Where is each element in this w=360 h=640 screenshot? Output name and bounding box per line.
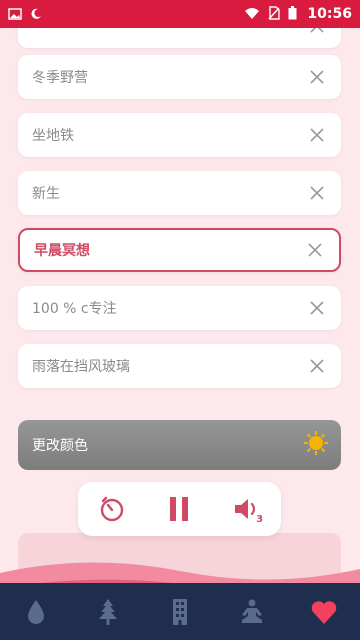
- sound-list-area[interactable]: 冬季野营 坐地铁 新生 早晨冥想 100 % c专注 雨落在挡风玻璃 更改颜色 …: [0, 28, 360, 583]
- change-color-label: 更改颜色: [32, 438, 88, 454]
- close-icon[interactable]: [307, 125, 327, 145]
- close-icon[interactable]: [305, 240, 325, 260]
- image-notification-icon: [8, 5, 22, 24]
- bottom-navigation: [0, 583, 360, 640]
- sound-card[interactable]: 100 % c专注: [18, 286, 341, 330]
- wifi-icon: [244, 5, 260, 24]
- sound-card[interactable]: 冬季野营: [18, 55, 341, 99]
- close-icon[interactable]: [307, 67, 327, 87]
- change-color-button[interactable]: 更改颜色: [18, 420, 341, 470]
- sound-label: 新生: [32, 186, 60, 202]
- sound-card[interactable]: 新生: [18, 171, 341, 215]
- drop-icon[interactable]: [16, 592, 56, 632]
- pause-button[interactable]: [161, 491, 197, 527]
- close-icon[interactable]: [307, 183, 327, 203]
- playback-controls: 3: [78, 482, 281, 536]
- sound-label: 坐地铁: [32, 128, 74, 144]
- clock: 10:56: [307, 6, 352, 22]
- sun-icon[interactable]: [303, 430, 329, 460]
- sound-card[interactable]: 坐地铁: [18, 113, 341, 157]
- close-icon[interactable]: [307, 28, 327, 36]
- sound-label: 早晨冥想: [34, 243, 90, 259]
- building-icon[interactable]: [160, 592, 200, 632]
- sound-label: 雨落在挡风玻璃: [32, 359, 130, 375]
- meditation-icon[interactable]: [232, 592, 272, 632]
- sound-card[interactable]: 雨落在挡风玻璃: [18, 344, 341, 388]
- moon-icon: [30, 5, 42, 24]
- status-bar: 10:56: [0, 0, 360, 28]
- close-icon[interactable]: [307, 298, 327, 318]
- sound-label: 冬季野营: [32, 70, 88, 86]
- tree-icon[interactable]: [88, 592, 128, 632]
- wave-decoration: [0, 533, 360, 583]
- sound-card-partial[interactable]: [18, 28, 341, 48]
- close-icon[interactable]: [307, 356, 327, 376]
- volume-level: 3: [256, 514, 264, 525]
- battery-icon: [288, 5, 297, 24]
- heart-icon[interactable]: [304, 592, 344, 632]
- sound-card-active[interactable]: 早晨冥想: [18, 228, 341, 272]
- volume-button[interactable]: 3: [229, 491, 265, 527]
- sound-label: 100 % c专注: [32, 301, 117, 317]
- timer-icon[interactable]: [94, 491, 130, 527]
- no-sim-icon: [268, 5, 281, 24]
